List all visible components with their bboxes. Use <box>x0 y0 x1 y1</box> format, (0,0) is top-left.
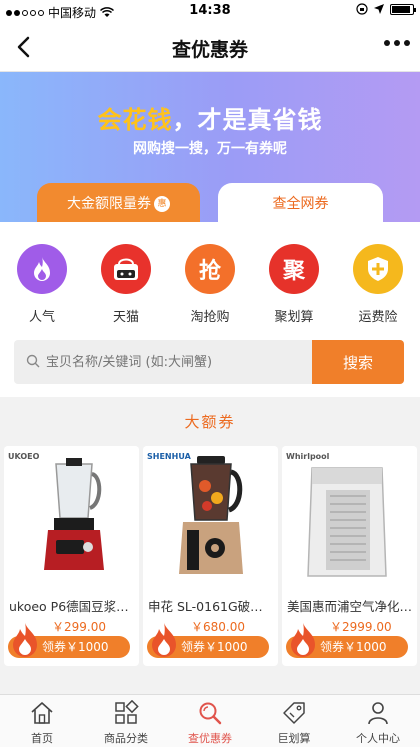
search-button[interactable]: 搜索 <box>312 340 404 384</box>
product-name: 美国惠而浦空气净化… <box>287 599 413 614</box>
tab-big-coupons-label: 大金额限量券 <box>67 196 151 212</box>
category-label: 人气 <box>28 310 55 325</box>
flame-icon <box>291 623 315 657</box>
product-card[interactable]: SHENHUA 申花 SL-0161G破壁… ￥680.00 领券￥1000 <box>143 446 278 666</box>
category-shipping-insurance[interactable]: 运费险 <box>336 244 420 325</box>
tab-label: 查优惠券 <box>188 732 232 745</box>
battery-icon <box>390 3 416 15</box>
product-name: 申花 SL-0161G破壁… <box>148 599 274 614</box>
banner-subtitle: 网购搜一搜，万一有券呢 <box>133 141 287 157</box>
tab-profile[interactable]: 个人中心 <box>336 695 420 747</box>
search-icon <box>26 354 40 368</box>
product-price: ￥299.00 <box>52 620 106 634</box>
flame-icon <box>13 623 37 657</box>
tab-all-coupons-label: 查全网券 <box>272 196 329 212</box>
tab-label: 个人中心 <box>356 732 400 745</box>
category-label: 运费险 <box>358 310 398 325</box>
bottom-tab-bar: 首页 商品分类 查优惠券 巨划算 个人中心 <box>0 694 420 747</box>
flame-icon <box>152 623 176 657</box>
tab-big-coupons[interactable]: 大金额限量券惠 <box>37 183 200 225</box>
ju-icon: 聚 <box>269 244 319 294</box>
shield-plus-icon <box>353 244 403 294</box>
nav-bar: 查优惠券 <box>0 22 420 72</box>
category-flash-sale[interactable]: 抢 淘抢购 <box>168 244 252 325</box>
search-icon <box>199 702 222 725</box>
tab-deals[interactable]: 巨划算 <box>252 695 336 747</box>
product-brand: Whirlpool <box>286 452 330 461</box>
fire-icon <box>17 244 67 294</box>
tab-label: 巨划算 <box>277 732 311 745</box>
home-icon <box>31 702 53 724</box>
product-card[interactable]: Whirlpool 美国惠而浦空气净化… ￥2999.00 领券￥1000 <box>282 446 417 666</box>
slogan-highlight: 会花钱 <box>97 106 173 134</box>
product-brand: SHENHUA <box>147 452 191 461</box>
hui-badge-icon: 惠 <box>154 196 170 212</box>
category-label: 天猫 <box>112 310 139 325</box>
location-icon <box>374 4 384 14</box>
category-grid-icon <box>115 700 139 724</box>
tmall-bag-icon <box>101 244 151 294</box>
category-popular[interactable]: 人气 <box>0 244 84 325</box>
category-tmall[interactable]: 天猫 <box>84 244 168 325</box>
product-image-air-purifier: Whirlpool <box>282 446 417 586</box>
tab-categories[interactable]: 商品分类 <box>84 695 168 747</box>
search-bar: 搜索 <box>14 340 404 384</box>
status-icons <box>356 3 416 15</box>
slogan-rest: ，才是真省钱 <box>172 106 323 134</box>
status-bar: 中国移动 14:38 <box>0 0 420 22</box>
category-label: 聚划算 <box>274 310 314 325</box>
category-label: 淘抢购 <box>190 310 230 325</box>
product-name: ukoeo P6德国豆浆… <box>9 599 129 614</box>
tag-icon <box>283 702 305 724</box>
tab-label: 商品分类 <box>104 732 148 745</box>
search-input[interactable] <box>14 340 312 384</box>
product-card[interactable]: UKOEO ukoeo P6德国豆浆… ￥299.00 领券￥1000 <box>4 446 139 666</box>
orientation-lock-icon <box>356 3 368 15</box>
product-price: ￥2999.00 <box>330 620 392 634</box>
qiang-icon: 抢 <box>185 244 235 294</box>
section-title: 大额券 <box>0 400 420 444</box>
product-list: UKOEO ukoeo P6德国豆浆… ￥299.00 领券￥1000 SHEN… <box>0 446 420 674</box>
banner-slogan: 会花钱，才是真省钱 <box>0 100 420 135</box>
product-image-juicer: SHENHUA <box>143 446 278 586</box>
person-icon <box>368 702 388 725</box>
tab-coupon-search[interactable]: 查优惠券 <box>168 695 252 747</box>
category-juhuasuan[interactable]: 聚 聚划算 <box>252 244 336 325</box>
tab-home[interactable]: 首页 <box>0 695 84 747</box>
product-brand: UKOEO <box>8 452 40 461</box>
tab-label: 首页 <box>31 732 53 745</box>
page-title: 查优惠券 <box>171 39 248 61</box>
tab-all-coupons[interactable]: 查全网券 <box>218 183 383 225</box>
product-price: ￥680.00 <box>191 620 245 634</box>
more-options-icon[interactable] <box>384 40 410 46</box>
product-image-blender: UKOEO <box>4 446 139 586</box>
